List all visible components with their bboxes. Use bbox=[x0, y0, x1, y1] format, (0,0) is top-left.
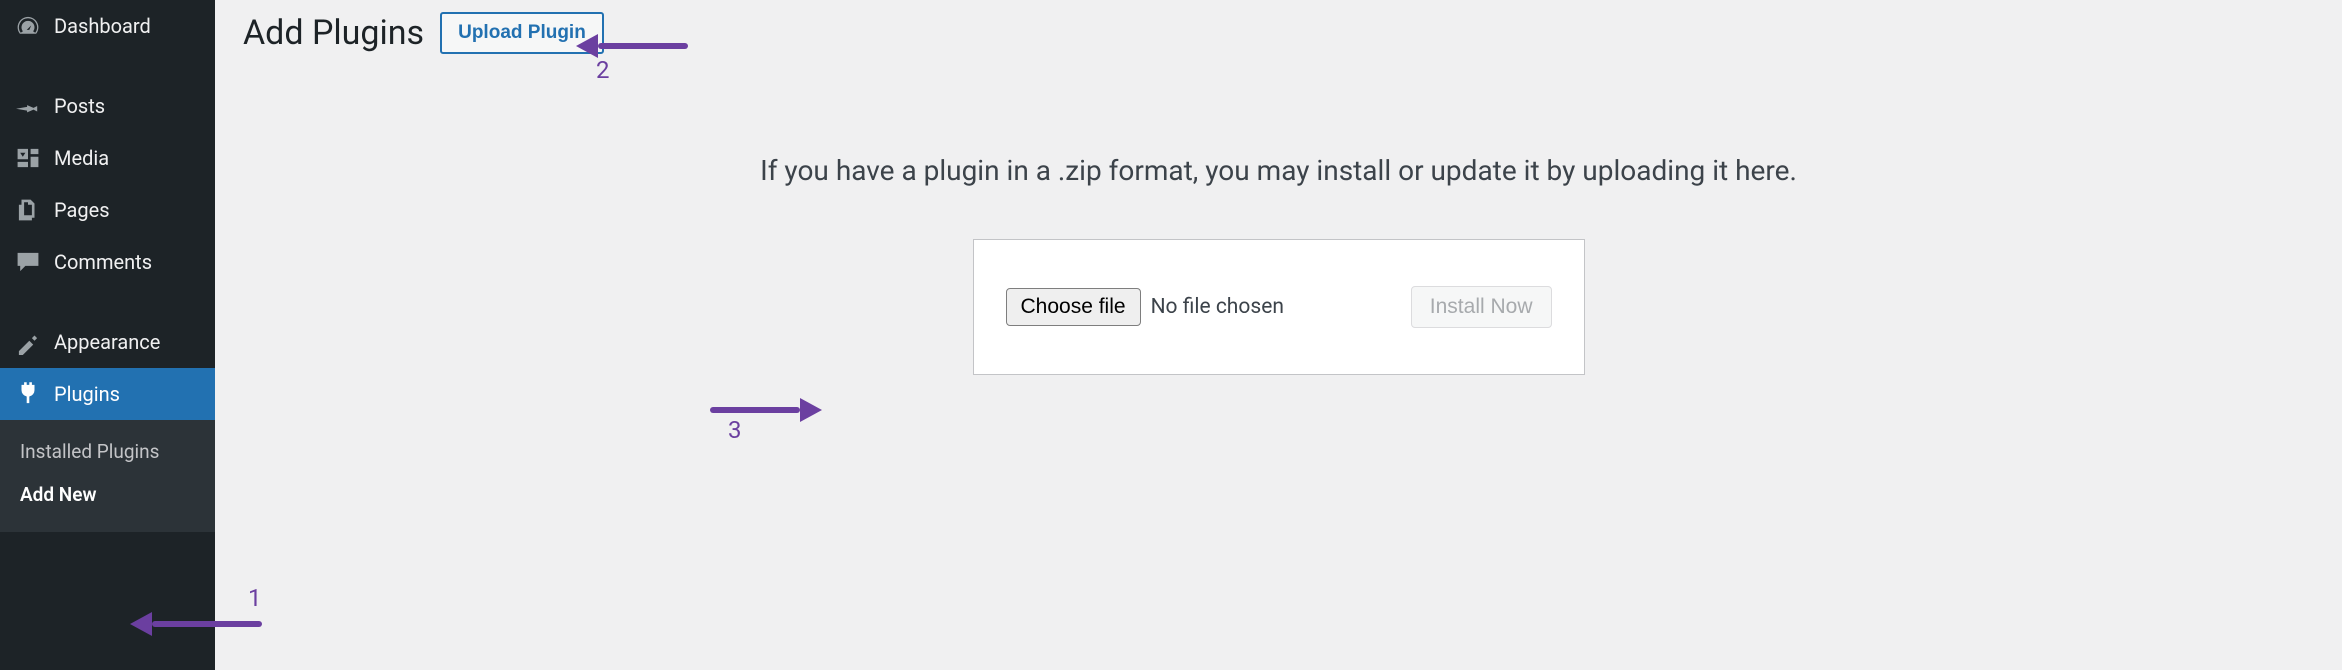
appearance-icon bbox=[14, 328, 42, 356]
sidebar-item-appearance[interactable]: Appearance bbox=[0, 316, 215, 368]
annotation-label-1: 1 bbox=[248, 584, 262, 612]
arrow-left-icon bbox=[130, 612, 152, 636]
choose-file-button[interactable]: Choose file bbox=[1006, 288, 1141, 326]
menu-label: Pages bbox=[54, 198, 110, 222]
sidebar-item-pages[interactable]: Pages bbox=[0, 184, 215, 236]
main-content: Add Plugins Upload Plugin If you have a … bbox=[215, 0, 2342, 670]
menu-label: Media bbox=[54, 146, 109, 170]
menu-label: Dashboard bbox=[54, 14, 151, 38]
menu-label: Posts bbox=[54, 94, 105, 118]
sidebar-item-plugins[interactable]: Plugins bbox=[0, 368, 215, 420]
menu-label: Appearance bbox=[54, 330, 160, 354]
sidebar-item-dashboard[interactable]: Dashboard bbox=[0, 0, 215, 52]
media-icon bbox=[14, 144, 42, 172]
menu-label: Comments bbox=[54, 250, 152, 274]
annotation-label-3: 3 bbox=[728, 416, 742, 444]
arrow-line bbox=[152, 621, 262, 627]
annotation-arrow-1 bbox=[130, 612, 262, 636]
arrow-line bbox=[710, 407, 800, 413]
plugins-submenu: Installed Plugins Add New bbox=[0, 420, 215, 532]
install-now-button[interactable]: Install Now bbox=[1411, 286, 1552, 328]
plugins-icon bbox=[14, 380, 42, 408]
submenu-installed-plugins[interactable]: Installed Plugins bbox=[0, 430, 215, 473]
no-file-chosen-text: No file chosen bbox=[1151, 295, 1284, 319]
annotation-label-2: 2 bbox=[596, 56, 610, 84]
annotation-arrow-3 bbox=[710, 398, 822, 422]
pushpin-icon bbox=[14, 92, 42, 120]
arrow-left-icon bbox=[576, 34, 598, 58]
comments-icon bbox=[14, 248, 42, 276]
sidebar-item-media[interactable]: Media bbox=[0, 132, 215, 184]
file-input-group: Choose file No file chosen bbox=[1006, 288, 1284, 326]
annotation-arrow-2 bbox=[576, 34, 688, 58]
page-title: Add Plugins bbox=[243, 13, 424, 53]
arrow-line bbox=[598, 43, 688, 49]
upload-instruction-text: If you have a plugin in a .zip format, y… bbox=[243, 154, 2314, 187]
heading-row: Add Plugins Upload Plugin bbox=[243, 0, 2314, 54]
pages-icon bbox=[14, 196, 42, 224]
menu-label: Plugins bbox=[54, 382, 120, 406]
sidebar-item-posts[interactable]: Posts bbox=[0, 80, 215, 132]
dashboard-icon bbox=[14, 12, 42, 40]
admin-sidebar: Dashboard Posts Media Pages Comments App… bbox=[0, 0, 215, 670]
upload-panel: Choose file No file chosen Install Now bbox=[973, 239, 1585, 375]
sidebar-item-comments[interactable]: Comments bbox=[0, 236, 215, 288]
submenu-add-new[interactable]: Add New bbox=[0, 473, 215, 516]
arrow-right-icon bbox=[800, 398, 822, 422]
